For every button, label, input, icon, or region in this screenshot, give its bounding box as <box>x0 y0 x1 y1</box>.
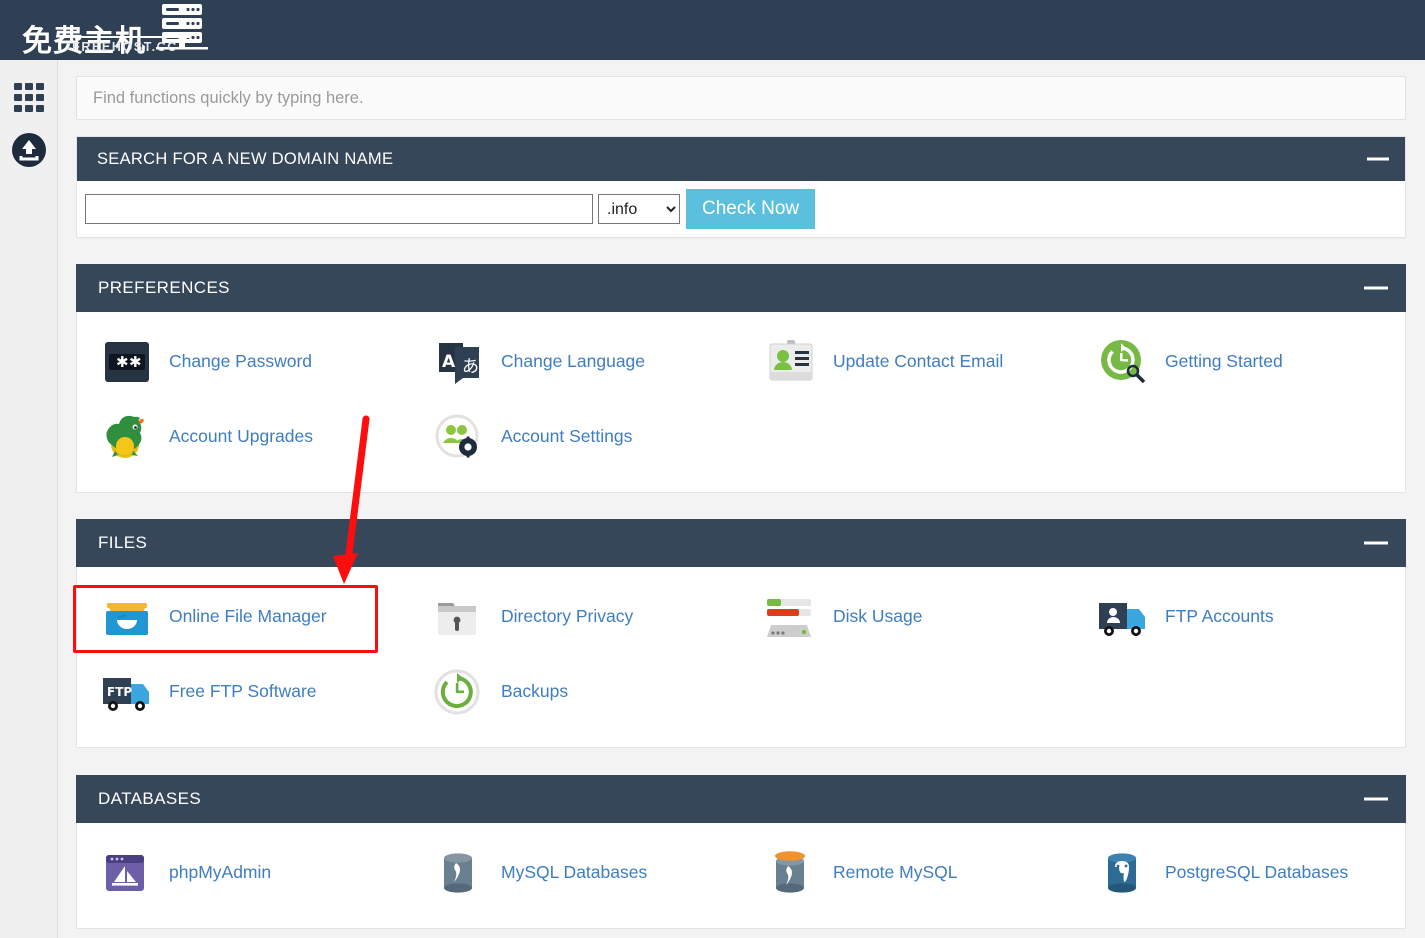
section-header-files: FILES <box>76 519 1406 567</box>
domain-search-body: .info Check Now <box>77 181 1405 237</box>
directory-privacy-icon <box>431 589 487 645</box>
sidebar-item-upload[interactable] <box>0 132 58 172</box>
section-body-files: Online File Manager Directory Privacy Di… <box>76 567 1406 748</box>
section-header-databases: DATABASES <box>76 775 1406 823</box>
tile-change-password[interactable]: ✱ ✱ Change Password <box>77 324 409 399</box>
left-sidebar <box>0 60 58 938</box>
change-password-icon: ✱ ✱ <box>99 334 155 390</box>
section-title: DATABASES <box>98 789 202 808</box>
tile-change-language[interactable]: A あ Change Language <box>409 324 741 399</box>
getting-started-icon <box>1095 334 1151 390</box>
domain-search-panel: SEARCH FOR A NEW DOMAIN NAME .info Check… <box>76 136 1406 238</box>
ftp-accounts-icon <box>1095 589 1151 645</box>
tile-label: Getting Started <box>1165 351 1283 371</box>
tile-account-upgrades[interactable]: Account Upgrades <box>77 399 409 474</box>
section-body-databases: phpMyAdmin MySQL Databases Remote MySQL … <box>76 823 1406 929</box>
minus-icon[interactable] <box>1364 286 1388 290</box>
tile-label: Directory Privacy <box>501 606 634 626</box>
section-title: PREFERENCES <box>98 278 230 297</box>
tile-mysql-databases[interactable]: MySQL Databases <box>409 835 741 910</box>
account-upgrades-dragon-icon <box>99 409 155 465</box>
tile-label: Remote MySQL <box>833 862 958 882</box>
svg-text:FTP: FTP <box>107 685 132 699</box>
apps-grid-icon <box>13 82 45 119</box>
tile-update-contact-email[interactable]: Update Contact Email <box>741 324 1073 399</box>
section-files: FILES Online File Manager Directory Priv… <box>76 519 1406 748</box>
tile-label: Backups <box>501 681 569 701</box>
logo-text-sub: FREEHOST.CC <box>60 36 190 54</box>
section-header-preferences: PREFERENCES <box>76 264 1406 312</box>
tile-label: PostgreSQL Databases <box>1165 862 1349 882</box>
main-content: SEARCH FOR A NEW DOMAIN NAME .info Check… <box>58 60 1425 938</box>
svg-text:あ: あ <box>462 357 479 377</box>
tile-free-ftp-software[interactable]: FTP Free FTP Software <box>77 654 409 729</box>
tile-phpmyadmin[interactable]: phpMyAdmin <box>77 835 409 910</box>
section-body-preferences: ✱ ✱ Change Password A あ Change Language <box>76 312 1406 493</box>
backups-icon <box>431 664 487 720</box>
tile-remote-mysql[interactable]: Remote MySQL <box>741 835 1073 910</box>
minus-icon[interactable] <box>1364 797 1388 801</box>
section-databases: DATABASES phpMyAdmin MySQL Databases Rem… <box>76 775 1406 929</box>
svg-text:✱: ✱ <box>129 353 142 371</box>
section-title: FILES <box>98 533 148 552</box>
tile-label: Update Contact Email <box>833 351 1004 371</box>
upload-icon <box>11 132 47 173</box>
tile-label: phpMyAdmin <box>169 862 272 882</box>
tile-label: Change Language <box>501 351 646 371</box>
account-settings-icon <box>431 409 487 465</box>
domain-name-input[interactable] <box>85 194 593 224</box>
tile-backups[interactable]: Backups <box>409 654 741 729</box>
remote-mysql-icon <box>763 845 819 901</box>
tile-label: Free FTP Software <box>169 681 317 701</box>
minus-icon[interactable] <box>1364 541 1388 545</box>
tile-directory-privacy[interactable]: Directory Privacy <box>409 579 741 654</box>
tile-postgresql-databases[interactable]: PostgreSQL Databases <box>1073 835 1405 910</box>
tile-ftp-accounts[interactable]: FTP Accounts <box>1073 579 1405 654</box>
tile-label: Account Settings <box>501 426 633 446</box>
svg-text:✱: ✱ <box>116 353 129 371</box>
tile-getting-started[interactable]: Getting Started <box>1073 324 1405 399</box>
tile-label: FTP Accounts <box>1165 606 1274 626</box>
tile-disk-usage[interactable]: Disk Usage <box>741 579 1073 654</box>
tile-label: Account Upgrades <box>169 426 313 446</box>
check-now-button[interactable]: Check Now <box>686 189 816 229</box>
tile-label: Online File Manager <box>169 606 327 626</box>
tile-label: Change Password <box>169 351 312 371</box>
disk-usage-icon <box>763 589 819 645</box>
change-language-icon: A あ <box>431 334 487 390</box>
domain-search-title: SEARCH FOR A NEW DOMAIN NAME <box>97 149 394 168</box>
svg-text:A: A <box>442 352 456 372</box>
search-input[interactable] <box>77 77 1405 119</box>
minus-icon[interactable] <box>1367 157 1389 161</box>
phpmyadmin-icon <box>99 845 155 901</box>
tile-account-settings[interactable]: Account Settings <box>409 399 741 474</box>
section-preferences: PREFERENCES ✱ ✱ Change Password A あ Chan… <box>76 264 1406 493</box>
quick-find-wrapper <box>76 76 1406 120</box>
postgresql-databases-icon <box>1095 845 1151 901</box>
tile-label: Disk Usage <box>833 606 923 626</box>
mysql-databases-icon <box>431 845 487 901</box>
tld-select[interactable]: .info <box>598 194 680 224</box>
top-bar: 免费主机 FREEHOST.CC <box>0 0 1425 60</box>
tile-label: MySQL Databases <box>501 862 648 882</box>
file-manager-icon <box>99 589 155 645</box>
contact-email-icon <box>763 334 819 390</box>
tile-online-file-manager[interactable]: Online File Manager <box>77 579 409 654</box>
domain-search-header: SEARCH FOR A NEW DOMAIN NAME <box>77 137 1405 181</box>
free-ftp-software-icon: FTP <box>99 664 155 720</box>
sidebar-item-apps[interactable] <box>0 82 58 118</box>
